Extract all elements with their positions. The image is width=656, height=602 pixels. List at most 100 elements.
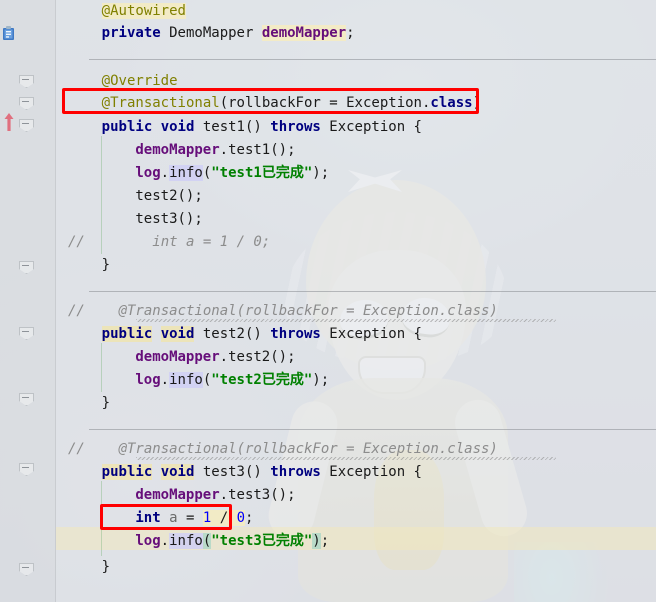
code-token: test2(); <box>135 188 203 204</box>
code-line[interactable]: test2(); <box>135 185 202 207</box>
code-token: private <box>101 25 161 41</box>
code-token: . <box>160 533 170 549</box>
code-token: (rollbackFor = Exception. <box>219 95 431 111</box>
code-token: / <box>211 510 237 526</box>
code-token: } <box>101 395 111 411</box>
spring-bean-icon[interactable] <box>2 26 16 42</box>
code-line[interactable]: test3(); <box>135 208 202 230</box>
code-token: class <box>430 95 473 111</box>
code-token: throws <box>270 119 321 135</box>
code-token: } <box>101 257 111 273</box>
code-token: demoMapper <box>135 142 220 158</box>
code-token: Exception { <box>320 119 422 135</box>
code-line[interactable]: private DemoMapper demoMapper; <box>102 22 355 44</box>
code-token: void <box>160 119 195 135</box>
comment-squiggle-1 <box>136 319 556 322</box>
code-token: ( <box>202 165 212 181</box>
code-line[interactable]: } <box>102 254 110 276</box>
code-token: ( <box>202 533 212 549</box>
code-token: info <box>169 372 203 388</box>
code-token: . <box>160 372 170 388</box>
code-token: ; <box>320 533 330 549</box>
code-token: Exception { <box>320 464 422 480</box>
code-token: demoMapper <box>261 25 347 41</box>
code-token: ( <box>202 372 212 388</box>
code-token: throws <box>270 464 321 480</box>
code-token: = <box>177 510 203 526</box>
code-line[interactable]: @Autowired <box>101 0 186 22</box>
code-token: log <box>135 533 161 549</box>
override-method-icon[interactable] <box>3 113 15 131</box>
indent-guide-test3 <box>101 481 102 556</box>
code-token: .test1(); <box>219 142 296 158</box>
java-code-editor[interactable]: @Autowired private DemoMapper demoMapper;… <box>0 0 656 602</box>
editor-gutter[interactable] <box>0 0 56 602</box>
code-token: public <box>101 326 153 342</box>
code-token: .test3(); <box>219 487 296 503</box>
code-token: int <box>135 510 161 526</box>
code-token: ) <box>312 533 321 549</box>
method-separator-3 <box>89 429 656 430</box>
code-token: "test1已完成" <box>211 165 313 181</box>
code-token: ; <box>346 25 355 41</box>
code-line[interactable]: int a = 1 / 0; <box>135 507 253 529</box>
code-token: @Autowired <box>101 3 186 19</box>
code-token: @Transactional <box>101 95 220 111</box>
code-token: . <box>160 165 170 181</box>
code-token: log <box>135 165 161 181</box>
code-line[interactable]: } <box>102 392 110 414</box>
code-token: .test2(); <box>219 349 296 365</box>
code-token: test1() <box>194 119 271 135</box>
code-line[interactable]: log.info("test3已完成"); <box>135 530 329 552</box>
code-token: Exception { <box>320 326 422 342</box>
code-line[interactable]: demoMapper.test2(); <box>135 346 295 368</box>
method-separator-2 <box>89 291 656 292</box>
code-token: test3() <box>194 464 271 480</box>
code-line[interactable]: public void test1() throws Exception { <box>102 116 422 138</box>
indent-guide-test2 <box>101 343 102 392</box>
code-token: // int a = 1 / 0; <box>68 234 271 250</box>
code-line[interactable]: log.info("test2已完成"); <box>135 369 329 391</box>
code-token: void <box>160 464 195 480</box>
code-line[interactable]: public void test3() throws Exception { <box>101 461 422 483</box>
code-token: public <box>101 119 153 135</box>
code-token: "test2已完成" <box>211 372 313 388</box>
code-line[interactable]: // int a = 1 / 0; <box>68 231 270 253</box>
code-token: demoMapper <box>135 487 220 503</box>
code-token: test3(); <box>135 211 203 227</box>
code-token: @Override <box>101 73 178 89</box>
code-token: ); <box>312 165 330 181</box>
code-token: a <box>169 510 178 526</box>
code-token: } <box>101 559 111 575</box>
code-token: info <box>169 165 203 181</box>
code-line[interactable]: @Override <box>102 70 178 92</box>
code-token: demoMapper <box>135 349 220 365</box>
code-token: // @Transactional(rollbackFor = Exceptio… <box>68 303 498 319</box>
code-token: public <box>101 464 153 480</box>
code-token: log <box>135 372 161 388</box>
code-line[interactable]: demoMapper.test3(); <box>135 484 295 506</box>
code-line[interactable]: demoMapper.test1(); <box>135 139 295 161</box>
code-line[interactable]: public void test2() throws Exception { <box>101 323 422 345</box>
code-token: DemoMapper <box>160 25 262 41</box>
code-token: throws <box>270 326 321 342</box>
code-token: void <box>160 326 195 342</box>
code-token: 1 <box>202 510 212 526</box>
code-token: ); <box>312 372 330 388</box>
code-line[interactable]: } <box>102 556 110 578</box>
code-token: test2() <box>194 326 271 342</box>
code-surface[interactable]: @Autowired private DemoMapper demoMapper;… <box>56 0 656 602</box>
code-token: info <box>169 533 203 549</box>
code-token: 0 <box>236 510 245 526</box>
code-token: ; <box>245 510 254 526</box>
code-token: "test3已完成" <box>211 533 313 549</box>
code-token: ) <box>472 95 481 111</box>
code-line[interactable]: @Transactional(rollbackFor = Exception.c… <box>102 92 481 114</box>
code-token: // @Transactional(rollbackFor = Exceptio… <box>68 441 498 457</box>
comment-squiggle-2 <box>136 457 556 460</box>
code-line[interactable]: log.info("test1已完成"); <box>135 162 329 184</box>
